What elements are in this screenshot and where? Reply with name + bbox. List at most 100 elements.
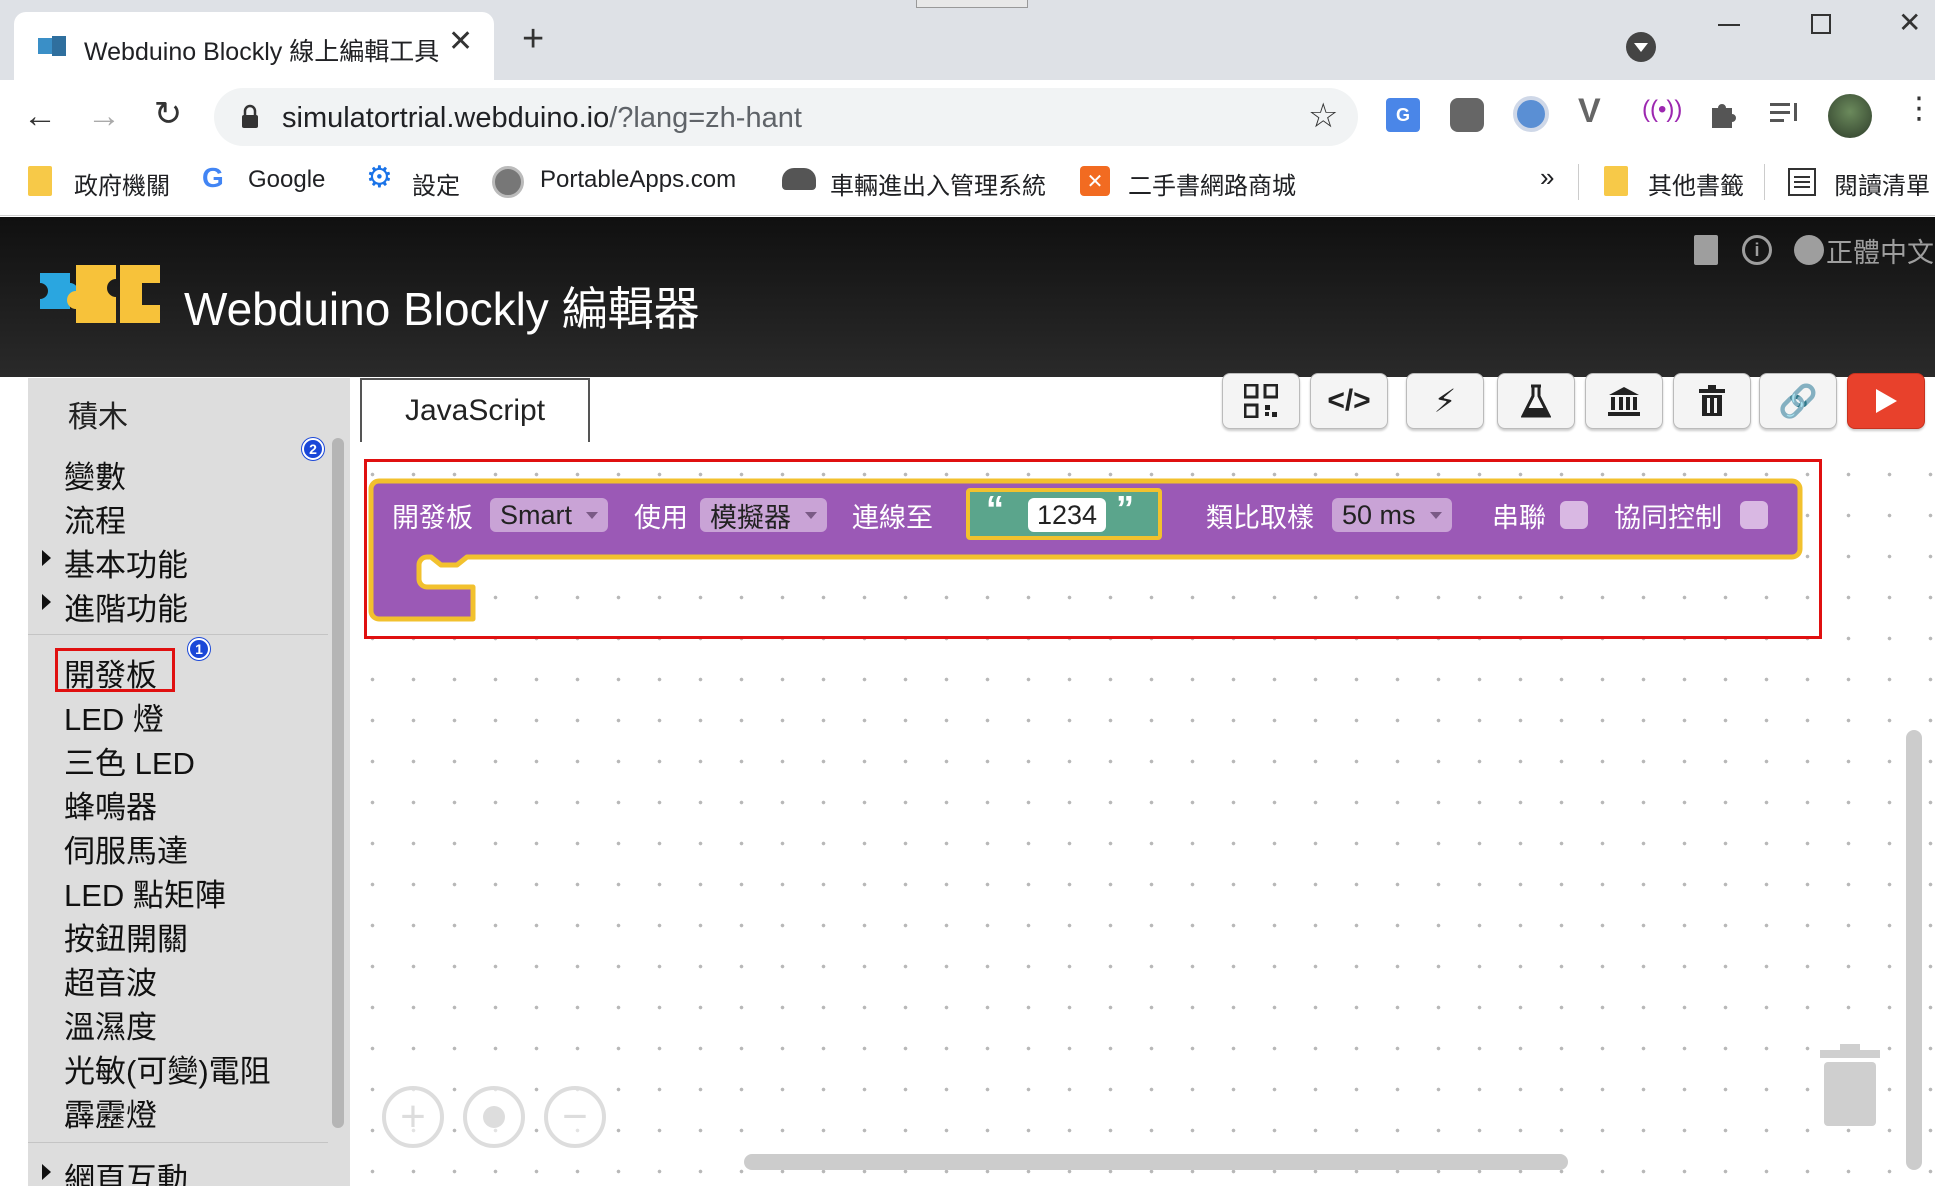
category-led[interactable]: LED 燈 xyxy=(64,694,164,739)
minimize-icon[interactable] xyxy=(1718,24,1740,26)
google-icon: G xyxy=(202,162,224,193)
app-header: Webduino Blockly 編輯器 i 正體中文 xyxy=(0,217,1935,377)
serial-checkbox[interactable] xyxy=(1560,501,1588,529)
category-flow[interactable]: 流程 xyxy=(64,496,126,541)
blockly-workspace[interactable]: 開發板 Smart 使用 模擬器 連線至 “ 1234 ” 類比取樣 50 ms… xyxy=(352,442,1935,1186)
url-path: /?lang=zh-hant xyxy=(609,102,802,134)
broadcast-extension-icon[interactable]: ((•)) xyxy=(1642,96,1682,124)
block-label-board: 開發板 xyxy=(392,503,473,533)
bookmark-google[interactable]: Google xyxy=(248,166,325,194)
profile-avatar[interactable] xyxy=(1828,94,1872,138)
sampling-dropdown[interactable]: 50 ms xyxy=(1332,498,1452,532)
translate-extension-icon[interactable]: G xyxy=(1386,98,1420,132)
category-basic[interactable]: 基本功能 xyxy=(42,540,188,585)
forward-icon[interactable]: → xyxy=(82,94,126,138)
run-button[interactable] xyxy=(1847,373,1925,429)
bookmarks-bar: 政府機關 G Google ⚙ 設定 PortableApps.com 車輛進出… xyxy=(0,152,1935,216)
divider xyxy=(1764,164,1765,200)
reading-list-icon xyxy=(1788,168,1816,196)
tab-search-icon[interactable] xyxy=(1626,32,1656,62)
category-button[interactable]: 按鈕開關 xyxy=(64,914,188,959)
globe-icon[interactable] xyxy=(1794,235,1824,265)
workspace-trash-icon[interactable] xyxy=(1818,1044,1882,1128)
back-icon[interactable]: ← xyxy=(18,94,62,138)
category-rgb-led[interactable]: 三色 LED xyxy=(64,738,195,783)
plus-icon: + xyxy=(400,1092,426,1141)
dropdown-arrow-icon xyxy=(586,511,599,519)
dropdown-arrow-icon xyxy=(1429,511,1442,519)
other-bookmarks[interactable]: 其他書籤 xyxy=(1648,166,1744,201)
close-window-icon[interactable]: ✕ xyxy=(1898,6,1921,39)
book-icon[interactable] xyxy=(1694,235,1718,265)
link-button[interactable]: 🔗 xyxy=(1759,373,1837,429)
category-web[interactable]: 網頁互動 xyxy=(42,1154,188,1186)
expand-arrow-icon xyxy=(42,550,51,566)
sync-extension-icon[interactable] xyxy=(1513,96,1549,132)
browser-tab[interactable]: Webduino Blockly 線上編輯工具 ✕ xyxy=(14,12,494,80)
link-icon: 🔗 xyxy=(1778,383,1818,419)
code-button[interactable]: </> xyxy=(1310,373,1388,429)
category-lightning-led[interactable]: 霹靂燈 xyxy=(64,1090,157,1135)
flask-button[interactable] xyxy=(1497,373,1575,429)
workspace-horizontal-scrollbar[interactable] xyxy=(744,1154,1568,1170)
divider xyxy=(1578,164,1579,200)
webduino-favicon-icon xyxy=(38,36,66,56)
device-id-field[interactable]: 1234 xyxy=(1028,498,1106,532)
category-servo[interactable]: 伺服馬達 xyxy=(64,826,188,871)
target-icon xyxy=(483,1106,505,1128)
category-led-matrix[interactable]: LED 點矩陣 xyxy=(64,870,226,915)
reading-list[interactable]: 閱讀清單 xyxy=(1834,166,1930,201)
category-humidity[interactable]: 溫濕度 xyxy=(64,1002,157,1047)
annotation-badge-2: 2 xyxy=(302,438,324,460)
tab-javascript[interactable]: JavaScript xyxy=(360,378,590,442)
workspace-vertical-scrollbar[interactable] xyxy=(1906,730,1922,1170)
bookmark-star-icon[interactable]: ☆ xyxy=(1308,96,1338,136)
toolbox-scrollbar[interactable] xyxy=(332,438,344,1128)
library-button[interactable] xyxy=(1585,373,1663,429)
window-grip xyxy=(916,0,1028,8)
browser-menu-icon[interactable]: ⋮ xyxy=(1904,94,1934,124)
browser-tab-bar: Webduino Blockly 線上編輯工具 ✕ + ✕ xyxy=(0,0,1935,80)
bookmark-bookstore[interactable]: 二手書網路商城 xyxy=(1128,166,1296,201)
zoom-out-button[interactable]: − xyxy=(544,1086,606,1148)
bookmark-settings[interactable]: 設定 xyxy=(412,166,460,201)
board-type-dropdown[interactable]: Smart xyxy=(490,498,609,532)
bookmark-portableapps[interactable]: PortableApps.com xyxy=(540,166,736,194)
category-advanced[interactable]: 進階功能 xyxy=(42,584,188,629)
bookmark-vehicle[interactable]: 車輛進出入管理系統 xyxy=(830,166,1046,201)
block-label-serial: 串聯 xyxy=(1492,503,1546,533)
media-control-icon[interactable] xyxy=(1770,100,1804,128)
delete-button[interactable] xyxy=(1673,373,1751,429)
category-photocell[interactable]: 光敏(可變)電阻 xyxy=(64,1046,271,1091)
info-icon[interactable]: i xyxy=(1742,235,1772,265)
qr-code-button[interactable] xyxy=(1222,373,1300,429)
zoom-in-button[interactable]: + xyxy=(382,1086,444,1148)
toolbox-title: 積木 xyxy=(68,401,128,434)
expand-arrow-icon xyxy=(42,1164,51,1180)
category-variables[interactable]: 變數 xyxy=(64,452,126,497)
zoom-reset-button[interactable] xyxy=(463,1086,525,1148)
mode-dropdown[interactable]: 模擬器 xyxy=(700,498,827,533)
maximize-icon[interactable] xyxy=(1811,14,1831,34)
app-title: Webduino Blockly 編輯器 xyxy=(184,283,700,335)
new-tab-button[interactable]: + xyxy=(522,20,544,58)
extensions-puzzle-icon[interactable] xyxy=(1706,98,1738,130)
category-buzzer[interactable]: 蜂鳴器 xyxy=(64,782,157,827)
flash-button[interactable]: ⚡ xyxy=(1406,373,1484,429)
reload-icon[interactable]: ↻ xyxy=(146,92,190,136)
cooperative-checkbox[interactable] xyxy=(1740,501,1768,529)
language-selector[interactable]: 正體中文 xyxy=(1826,231,1934,270)
portableapps-icon xyxy=(492,166,524,198)
close-tab-icon[interactable]: ✕ xyxy=(448,24,473,59)
bookmark-gov[interactable]: 政府機關 xyxy=(74,166,170,201)
dropdown-arrow-icon xyxy=(805,511,817,519)
category-board[interactable]: 開發板 xyxy=(64,650,157,695)
address-bar[interactable]: simulatortrial.webduino.io/?lang=zh-hant… xyxy=(214,88,1358,146)
category-ultrasonic[interactable]: 超音波 xyxy=(64,958,157,1003)
bookstore-icon: ✕ xyxy=(1080,166,1110,196)
play-icon xyxy=(1876,389,1897,413)
line-extension-icon[interactable] xyxy=(1450,98,1484,132)
lock-icon xyxy=(242,104,258,128)
more-bookmarks-button[interactable]: » xyxy=(1540,162,1554,193)
vue-extension-icon[interactable]: V xyxy=(1578,92,1601,131)
